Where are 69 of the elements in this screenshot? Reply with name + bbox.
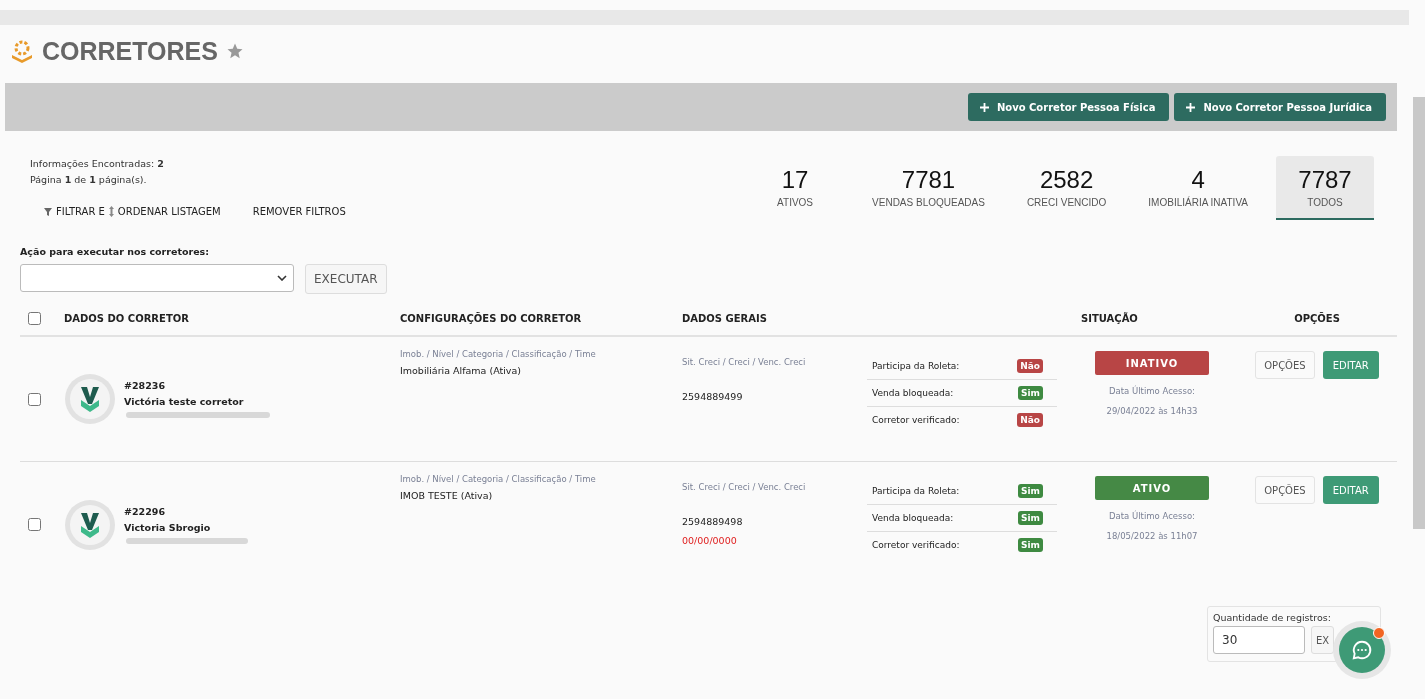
yes-no-badge: Sim [1018,386,1043,400]
flag-label: Corretor verificado: [872,415,960,425]
execute-button[interactable]: EXECUTAR [305,264,387,294]
pagination-text: Página 1 de 1 página(s). [30,173,148,187]
new-broker-button[interactable]: Novo Corretor Pessoa Jurídica [1174,93,1386,121]
creci-number: 2594889498 [682,516,744,527]
stat-tab[interactable]: 2582 CRECI VENCIDO [1012,156,1121,220]
flag-label: Participa da Roleta: [872,486,960,496]
flag-label: Participa da Roleta: [872,361,960,371]
last-access-label: Data Último Acesso: [1109,509,1195,523]
stat-tab[interactable]: 17 ATIVOS [746,156,845,220]
yes-no-badge: Não [1017,359,1043,373]
filter-icon [44,207,52,216]
row-checkbox[interactable] [28,392,41,406]
column-header: DADOS DO CORRETOR [64,313,189,324]
sort-icon [108,206,114,217]
new-broker-button[interactable]: Novo Corretor Pessoa Física [967,93,1170,121]
stat-tab[interactable]: 4 IMOBILIÁRIA INATIVA [1134,156,1262,220]
creci-hint: Sit. Creci / Creci / Venc. Creci [682,482,807,492]
agency-name: IMOB TESTE (Ativa) [400,490,494,501]
last-access-date: 18/05/2022 às 11h07 [1106,530,1198,543]
options-button[interactable]: OPÇÕES [1255,351,1315,379]
avatar-logo-icon [64,373,116,425]
star-icon[interactable] [225,42,244,60]
remove-filters-link[interactable]: REMOVER FILTROS [252,206,346,217]
status-badge: ATIVO [1095,476,1209,500]
filter-link[interactable]: FILTRAR E [44,206,105,217]
stat-tab[interactable]: 7781 VENDAS BLOQUEADAS [858,156,999,220]
config-hint: Imob. / Nível / Categoria / Classificação / Time [400,349,597,359]
creci-hint: Sit. Creci / Creci / Venc. Creci [682,357,807,367]
page-size-label: Quantidade de registros: [1213,612,1332,623]
page-title: CORRETORES [42,36,218,66]
config-hint: Imob. / Nível / Categoria / Classificação / Time [400,474,597,484]
column-header: CONFIGURAÇÕES DO CORRETOR [400,313,582,324]
flag-label: Venda bloqueada: [872,388,954,398]
broker-id: #28236 [124,379,166,393]
chevron-down-icon [277,275,287,281]
column-header: DADOS GERAIS [682,313,767,324]
agency-name: Imobiliária Alfama (Ativa) [400,365,522,376]
avatar-logo-icon [64,498,116,551]
row-checkbox[interactable] [28,518,41,531]
notification-dot [1373,627,1385,639]
plus-icon [979,102,989,112]
flag-label: Corretor verificado: [872,540,960,550]
results-count: Informações Encontradas: 2 [30,157,165,171]
broker-name: Victória teste corretor [124,395,245,409]
sort-link[interactable]: ORDENAR LISTAGEM [108,206,221,217]
apply-button[interactable]: EX [1311,626,1335,654]
column-header: SITUAÇÃO [1081,313,1138,324]
yes-no-badge: Sim [1018,484,1043,498]
bulk-action-label: Ação para executar nos corretores: [20,246,211,257]
yes-no-badge: Sim [1018,538,1043,552]
creci-expiry: 00/00/0000 [682,535,738,546]
plus-icon [1186,102,1196,112]
select-all-checkbox[interactable] [28,312,41,325]
yes-no-badge: Não [1017,413,1043,427]
creci-number: 2594889499 [682,391,744,402]
broker-id: #22296 [124,504,166,519]
last-access-date: 29/04/2022 às 14h33 [1106,405,1198,418]
yes-no-badge: Sim [1018,511,1043,525]
chat-bubble-icon [1351,639,1373,661]
options-button[interactable]: OPÇÕES [1255,476,1315,504]
broker-name: Victoria Sbrogio [124,520,212,535]
stat-tab[interactable]: 7787 TODOS [1276,156,1374,220]
page-size-field[interactable]: 30 [1213,626,1305,654]
status-badge: INATIVO [1095,351,1209,375]
column-header: OPÇÕES [1294,313,1340,324]
flag-label: Venda bloqueada: [872,513,954,523]
last-access-label: Data Último Acesso: [1109,384,1195,398]
